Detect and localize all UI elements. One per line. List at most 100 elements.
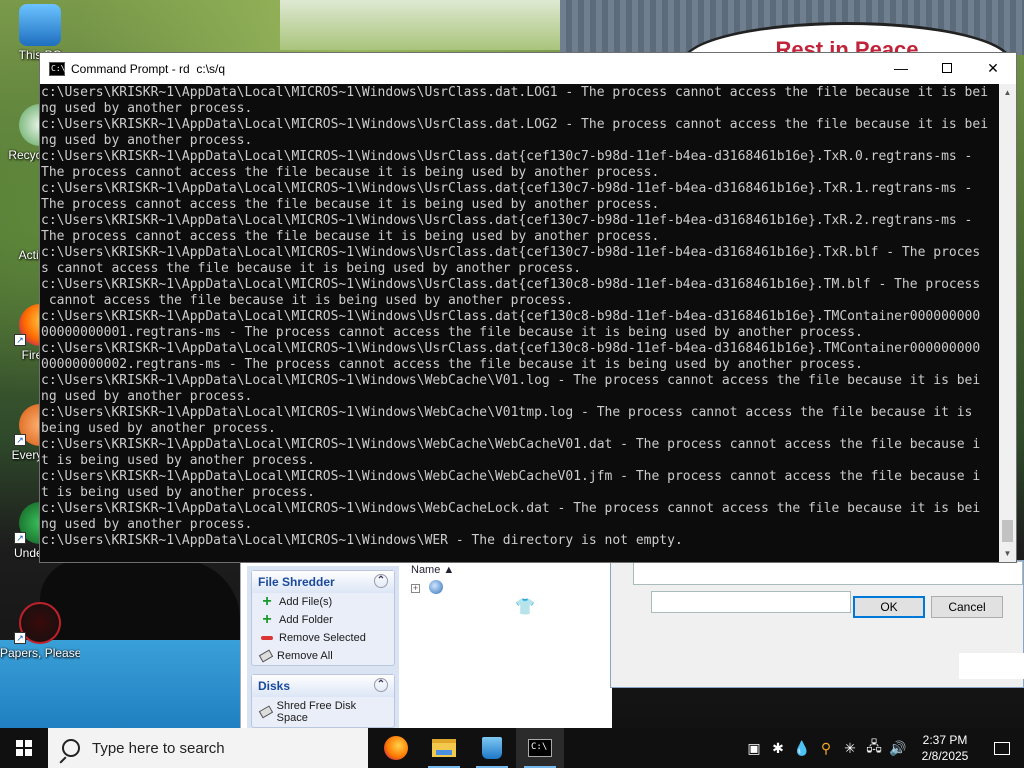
console-line: c:\Users\KRISKR~1\AppData\Local\MICROS~1… xyxy=(41,149,973,164)
console-line: ng used by another process. xyxy=(41,389,253,404)
console-line: being used by another process. xyxy=(41,421,276,436)
cancel-button[interactable]: Cancel xyxy=(931,596,1003,618)
collapse-chevron-icon[interactable]: ⌃ xyxy=(374,678,388,692)
collapse-chevron-icon[interactable]: ⌃ xyxy=(374,574,388,588)
shortcut-arrow-icon: ↗ xyxy=(14,434,26,446)
dialog-top-field xyxy=(633,561,1023,585)
console-line: The process cannot access the file becau… xyxy=(41,197,660,212)
computer-icon xyxy=(19,4,61,46)
start-button[interactable] xyxy=(0,728,48,768)
shredder-bin-icon xyxy=(482,737,502,759)
title-bar[interactable]: C:\ Command Prompt - rd c:\s/q — ✕ xyxy=(40,53,1016,84)
shred-free-space-link[interactable]: Shred Free Disk Space xyxy=(252,697,394,727)
search-placeholder: Type here to search xyxy=(92,739,225,757)
dialog-window: OK Cancel xyxy=(610,560,1024,688)
cmd-app-icon[interactable]: C:\ xyxy=(49,61,65,76)
notification-center-button[interactable] xyxy=(980,728,1024,768)
console-line: c:\Users\KRISKR~1\AppData\Local\MICROS~1… xyxy=(41,117,989,132)
shortcut-arrow-icon: ↗ xyxy=(14,632,26,644)
network-globe-icon xyxy=(429,580,443,594)
taskbar-file-explorer[interactable] xyxy=(420,728,468,768)
search-icon xyxy=(62,739,80,757)
console-line: c:\Users\KRISKR~1\AppData\Local\MICROS~1… xyxy=(41,405,973,420)
console-line: ng used by another process. xyxy=(41,517,253,532)
scroll-down-icon[interactable]: ▼ xyxy=(999,545,1016,562)
tray-settings-icon[interactable]: ✱ xyxy=(766,740,790,757)
name-column-header[interactable]: Name ▲ xyxy=(405,560,612,580)
firefox-icon xyxy=(384,736,408,760)
console-line: t is being used by another process. xyxy=(41,453,315,468)
dialog-input-field[interactable] xyxy=(651,591,851,613)
taskbar-clock[interactable]: 2:37 PM 2/8/2025 xyxy=(910,732,980,764)
console-line: ng used by another process. xyxy=(41,101,253,116)
console-line: s cannot access the file because it is b… xyxy=(41,261,582,276)
file-explorer-icon xyxy=(432,739,456,757)
window-title: Command Prompt - rd c:\s/q xyxy=(71,61,226,76)
console-line: The process cannot access the file becau… xyxy=(41,165,660,180)
shirt-icon: 👕 xyxy=(515,599,535,616)
file-shredder-panel: File Shredder ⌃ + Add File(s) + Add Fold… xyxy=(251,570,395,666)
wallpaper-sky xyxy=(280,0,580,50)
close-button[interactable]: ✕ xyxy=(970,53,1016,84)
tray-drop-icon[interactable]: 💧 xyxy=(790,740,814,757)
cmd-icon: C:\ xyxy=(528,739,552,757)
console-line: t is being used by another process. xyxy=(41,485,315,500)
taskbar: Type here to search C:\ ▣ ✱ 💧 ⚲ ✳ 🖧 🔊 2:… xyxy=(0,728,1024,768)
taskbar-shredder[interactable] xyxy=(468,728,516,768)
ok-button[interactable]: OK xyxy=(853,596,925,618)
add-folder-link[interactable]: + Add Folder xyxy=(252,611,394,629)
window-controls: — ✕ xyxy=(878,53,1016,84)
shredder-sidebar: File Shredder ⌃ + Add File(s) + Add Fold… xyxy=(247,566,399,728)
console-line: c:\Users\KRISKR~1\AppData\Local\MICROS~1… xyxy=(41,501,981,516)
console-line: 00000000002.regtrans-ms - The process ca… xyxy=(41,357,863,372)
console-line: c:\Users\KRISKR~1\AppData\Local\MICROS~1… xyxy=(41,245,981,260)
remove-all-link[interactable]: Remove All xyxy=(252,647,394,665)
clock-time: 2:37 PM xyxy=(922,733,968,747)
volume-icon[interactable]: 🔊 xyxy=(886,740,910,757)
console-line: c:\Users\KRISKR~1\AppData\Local\MICROS~1… xyxy=(41,437,981,452)
taskbar-command-prompt[interactable]: C:\ xyxy=(516,728,564,768)
add-icon: + xyxy=(262,611,272,628)
scroll-up-icon[interactable]: ▲ xyxy=(999,84,1016,101)
desktop-icon-papers-please[interactable]: ↗ Papers, Please xyxy=(0,602,80,660)
eraser-icon xyxy=(258,649,274,663)
console-line: c:\Users\KRISKR~1\AppData\Local\MICROS~1… xyxy=(41,181,973,196)
command-prompt-window[interactable]: C:\ Command Prompt - rd c:\s/q — ✕ c:\Us… xyxy=(39,52,1017,563)
add-icon: + xyxy=(262,593,272,610)
tray-search-icon[interactable]: ⚲ xyxy=(814,740,838,757)
console-output[interactable]: c:\Users\KRISKR~1\AppData\Local\MICROS~1… xyxy=(40,84,999,562)
tree-expand-icon[interactable]: + xyxy=(411,584,420,593)
console-line: c:\Users\KRISKR~1\AppData\Local\MICROS~1… xyxy=(41,309,981,324)
scrollbar-thumb[interactable] xyxy=(1002,520,1013,542)
console-line: c:\Users\KRISKR~1\AppData\Local\MICROS~1… xyxy=(41,277,981,292)
console-line: c:\Users\KRISKR~1\AppData\Local\MICROS~1… xyxy=(41,373,981,388)
tray-star-icon[interactable]: ✳ xyxy=(838,740,862,757)
network-icon[interactable]: 🖧 xyxy=(862,736,886,760)
console-line: c:\Users\KRISKR~1\AppData\Local\MICROS~1… xyxy=(41,213,973,228)
windows-logo-icon xyxy=(16,740,32,756)
add-files-link[interactable]: + Add File(s) xyxy=(252,593,394,611)
file-shredder-panel-header[interactable]: File Shredder ⌃ xyxy=(252,571,394,593)
console-line: c:\Users\KRISKR~1\AppData\Local\MICROS~1… xyxy=(41,85,989,100)
disks-panel-header[interactable]: Disks ⌃ xyxy=(252,675,394,697)
vertical-scrollbar[interactable]: ▲ ▼ xyxy=(999,84,1016,562)
tray-app-icon[interactable]: ▣ xyxy=(742,740,766,757)
shredder-file-list[interactable]: Name ▲ + 👕 xyxy=(405,560,612,728)
file-shredder-window: File Shredder ⌃ + Add File(s) + Add Fold… xyxy=(240,560,612,728)
console-line: cannot access the file because it is bei… xyxy=(41,293,574,308)
shortcut-arrow-icon: ↗ xyxy=(14,532,26,544)
minimize-button[interactable]: — xyxy=(878,53,924,84)
console-line: ng used by another process. xyxy=(41,133,253,148)
dialog-blank-area xyxy=(959,653,1024,679)
disks-panel: Disks ⌃ Shred Free Disk Space xyxy=(251,674,395,728)
console-line: c:\Users\KRISKR~1\AppData\Local\MICROS~1… xyxy=(41,341,981,356)
console-line: The process cannot access the file becau… xyxy=(41,229,660,244)
shortcut-arrow-icon: ↗ xyxy=(14,334,26,346)
remove-selected-link[interactable]: Remove Selected xyxy=(252,629,394,647)
clock-date: 2/8/2025 xyxy=(921,749,969,763)
console-line: c:\Users\KRISKR~1\AppData\Local\MICROS~1… xyxy=(41,533,683,548)
maximize-button[interactable] xyxy=(924,53,970,84)
taskbar-search-box[interactable]: Type here to search xyxy=(48,728,368,768)
console-line: c:\Users\KRISKR~1\AppData\Local\MICROS~1… xyxy=(41,469,981,484)
taskbar-firefox[interactable] xyxy=(372,728,420,768)
